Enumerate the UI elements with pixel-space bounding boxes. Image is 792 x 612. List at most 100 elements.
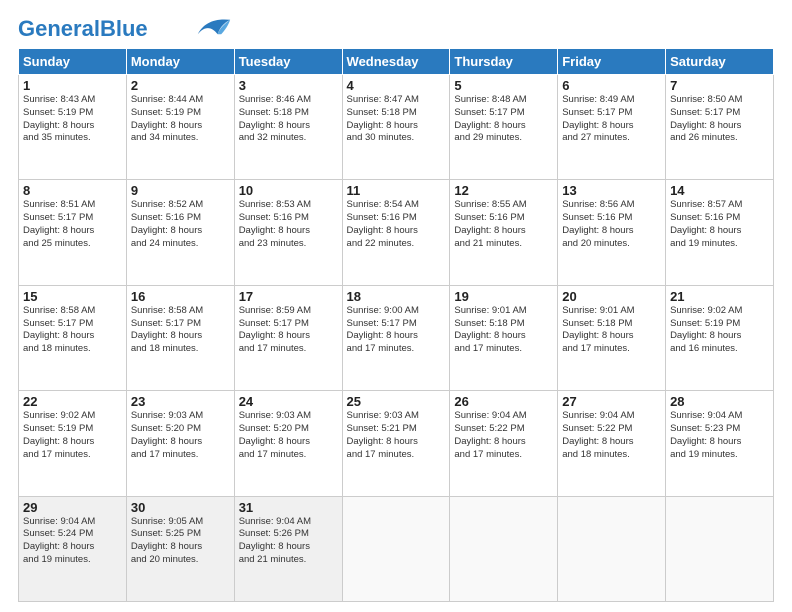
cell-details: Sunrise: 9:02 AMSunset: 5:19 PMDaylight:…	[670, 305, 769, 356]
day-number: 11	[347, 183, 446, 198]
cell-details: Sunrise: 8:51 AMSunset: 5:17 PMDaylight:…	[23, 199, 122, 250]
day-number: 24	[239, 394, 338, 409]
day-number: 9	[131, 183, 230, 198]
cell-details: Sunrise: 9:04 AMSunset: 5:23 PMDaylight:…	[670, 410, 769, 461]
cell-details: Sunrise: 8:46 AMSunset: 5:18 PMDaylight:…	[239, 94, 338, 145]
logo-text: GeneralBlue	[18, 18, 148, 40]
calendar-cell: 14Sunrise: 8:57 AMSunset: 5:16 PMDayligh…	[666, 180, 774, 285]
calendar-cell: 12Sunrise: 8:55 AMSunset: 5:16 PMDayligh…	[450, 180, 558, 285]
day-number: 22	[23, 394, 122, 409]
day-number: 14	[670, 183, 769, 198]
day-number: 30	[131, 500, 230, 515]
cell-details: Sunrise: 9:01 AMSunset: 5:18 PMDaylight:…	[454, 305, 553, 356]
calendar-cell: 5Sunrise: 8:48 AMSunset: 5:17 PMDaylight…	[450, 75, 558, 180]
cell-details: Sunrise: 8:58 AMSunset: 5:17 PMDaylight:…	[131, 305, 230, 356]
calendar-week-row: 15Sunrise: 8:58 AMSunset: 5:17 PMDayligh…	[19, 285, 774, 390]
cell-details: Sunrise: 8:50 AMSunset: 5:17 PMDaylight:…	[670, 94, 769, 145]
cell-details: Sunrise: 8:59 AMSunset: 5:17 PMDaylight:…	[239, 305, 338, 356]
day-number: 7	[670, 78, 769, 93]
weekday-header-monday: Monday	[126, 49, 234, 75]
logo-general: General	[18, 16, 100, 41]
page: GeneralBlue SundayMondayTuesdayWednesday…	[0, 0, 792, 612]
calendar-cell: 8Sunrise: 8:51 AMSunset: 5:17 PMDaylight…	[19, 180, 127, 285]
cell-details: Sunrise: 9:04 AMSunset: 5:22 PMDaylight:…	[454, 410, 553, 461]
day-number: 15	[23, 289, 122, 304]
calendar-week-row: 1Sunrise: 8:43 AMSunset: 5:19 PMDaylight…	[19, 75, 774, 180]
calendar-cell: 2Sunrise: 8:44 AMSunset: 5:19 PMDaylight…	[126, 75, 234, 180]
calendar-cell: 7Sunrise: 8:50 AMSunset: 5:17 PMDaylight…	[666, 75, 774, 180]
calendar-cell: 24Sunrise: 9:03 AMSunset: 5:20 PMDayligh…	[234, 391, 342, 496]
logo-blue: Blue	[100, 16, 148, 41]
day-number: 16	[131, 289, 230, 304]
calendar-week-row: 22Sunrise: 9:02 AMSunset: 5:19 PMDayligh…	[19, 391, 774, 496]
day-number: 1	[23, 78, 122, 93]
day-number: 25	[347, 394, 446, 409]
calendar-cell: 11Sunrise: 8:54 AMSunset: 5:16 PMDayligh…	[342, 180, 450, 285]
calendar-cell: 15Sunrise: 8:58 AMSunset: 5:17 PMDayligh…	[19, 285, 127, 390]
day-number: 18	[347, 289, 446, 304]
weekday-header-sunday: Sunday	[19, 49, 127, 75]
cell-details: Sunrise: 8:47 AMSunset: 5:18 PMDaylight:…	[347, 94, 446, 145]
calendar-cell: 10Sunrise: 8:53 AMSunset: 5:16 PMDayligh…	[234, 180, 342, 285]
weekday-header-wednesday: Wednesday	[342, 49, 450, 75]
calendar-table: SundayMondayTuesdayWednesdayThursdayFrid…	[18, 48, 774, 602]
day-number: 23	[131, 394, 230, 409]
day-number: 21	[670, 289, 769, 304]
calendar-cell	[450, 496, 558, 601]
calendar-cell: 23Sunrise: 9:03 AMSunset: 5:20 PMDayligh…	[126, 391, 234, 496]
day-number: 8	[23, 183, 122, 198]
day-number: 5	[454, 78, 553, 93]
calendar-cell	[666, 496, 774, 601]
calendar-cell: 28Sunrise: 9:04 AMSunset: 5:23 PMDayligh…	[666, 391, 774, 496]
day-number: 6	[562, 78, 661, 93]
calendar-cell: 25Sunrise: 9:03 AMSunset: 5:21 PMDayligh…	[342, 391, 450, 496]
day-number: 13	[562, 183, 661, 198]
weekday-header-saturday: Saturday	[666, 49, 774, 75]
calendar-cell: 1Sunrise: 8:43 AMSunset: 5:19 PMDaylight…	[19, 75, 127, 180]
weekday-header-friday: Friday	[558, 49, 666, 75]
calendar-cell: 9Sunrise: 8:52 AMSunset: 5:16 PMDaylight…	[126, 180, 234, 285]
cell-details: Sunrise: 9:00 AMSunset: 5:17 PMDaylight:…	[347, 305, 446, 356]
calendar-cell: 27Sunrise: 9:04 AMSunset: 5:22 PMDayligh…	[558, 391, 666, 496]
cell-details: Sunrise: 8:48 AMSunset: 5:17 PMDaylight:…	[454, 94, 553, 145]
calendar-cell: 26Sunrise: 9:04 AMSunset: 5:22 PMDayligh…	[450, 391, 558, 496]
cell-details: Sunrise: 9:04 AMSunset: 5:26 PMDaylight:…	[239, 516, 338, 567]
cell-details: Sunrise: 8:58 AMSunset: 5:17 PMDaylight:…	[23, 305, 122, 356]
day-number: 3	[239, 78, 338, 93]
day-number: 17	[239, 289, 338, 304]
calendar-cell: 18Sunrise: 9:00 AMSunset: 5:17 PMDayligh…	[342, 285, 450, 390]
cell-details: Sunrise: 8:52 AMSunset: 5:16 PMDaylight:…	[131, 199, 230, 250]
calendar-cell: 31Sunrise: 9:04 AMSunset: 5:26 PMDayligh…	[234, 496, 342, 601]
cell-details: Sunrise: 8:54 AMSunset: 5:16 PMDaylight:…	[347, 199, 446, 250]
cell-details: Sunrise: 9:03 AMSunset: 5:20 PMDaylight:…	[239, 410, 338, 461]
cell-details: Sunrise: 8:53 AMSunset: 5:16 PMDaylight:…	[239, 199, 338, 250]
logo-bird-icon	[196, 16, 232, 38]
calendar-cell: 13Sunrise: 8:56 AMSunset: 5:16 PMDayligh…	[558, 180, 666, 285]
cell-details: Sunrise: 9:01 AMSunset: 5:18 PMDaylight:…	[562, 305, 661, 356]
calendar-cell: 20Sunrise: 9:01 AMSunset: 5:18 PMDayligh…	[558, 285, 666, 390]
day-number: 31	[239, 500, 338, 515]
cell-details: Sunrise: 8:56 AMSunset: 5:16 PMDaylight:…	[562, 199, 661, 250]
day-number: 12	[454, 183, 553, 198]
calendar-cell	[342, 496, 450, 601]
calendar-cell: 29Sunrise: 9:04 AMSunset: 5:24 PMDayligh…	[19, 496, 127, 601]
calendar-header-row: SundayMondayTuesdayWednesdayThursdayFrid…	[19, 49, 774, 75]
calendar-cell: 16Sunrise: 8:58 AMSunset: 5:17 PMDayligh…	[126, 285, 234, 390]
calendar-cell: 17Sunrise: 8:59 AMSunset: 5:17 PMDayligh…	[234, 285, 342, 390]
header: GeneralBlue	[18, 18, 774, 40]
calendar-cell: 3Sunrise: 8:46 AMSunset: 5:18 PMDaylight…	[234, 75, 342, 180]
cell-details: Sunrise: 8:44 AMSunset: 5:19 PMDaylight:…	[131, 94, 230, 145]
calendar-cell	[558, 496, 666, 601]
cell-details: Sunrise: 9:02 AMSunset: 5:19 PMDaylight:…	[23, 410, 122, 461]
cell-details: Sunrise: 8:49 AMSunset: 5:17 PMDaylight:…	[562, 94, 661, 145]
calendar-week-row: 29Sunrise: 9:04 AMSunset: 5:24 PMDayligh…	[19, 496, 774, 601]
calendar-cell: 22Sunrise: 9:02 AMSunset: 5:19 PMDayligh…	[19, 391, 127, 496]
day-number: 4	[347, 78, 446, 93]
calendar-week-row: 8Sunrise: 8:51 AMSunset: 5:17 PMDaylight…	[19, 180, 774, 285]
cell-details: Sunrise: 9:03 AMSunset: 5:20 PMDaylight:…	[131, 410, 230, 461]
day-number: 2	[131, 78, 230, 93]
calendar-cell: 19Sunrise: 9:01 AMSunset: 5:18 PMDayligh…	[450, 285, 558, 390]
cell-details: Sunrise: 9:04 AMSunset: 5:22 PMDaylight:…	[562, 410, 661, 461]
day-number: 26	[454, 394, 553, 409]
calendar-cell: 30Sunrise: 9:05 AMSunset: 5:25 PMDayligh…	[126, 496, 234, 601]
